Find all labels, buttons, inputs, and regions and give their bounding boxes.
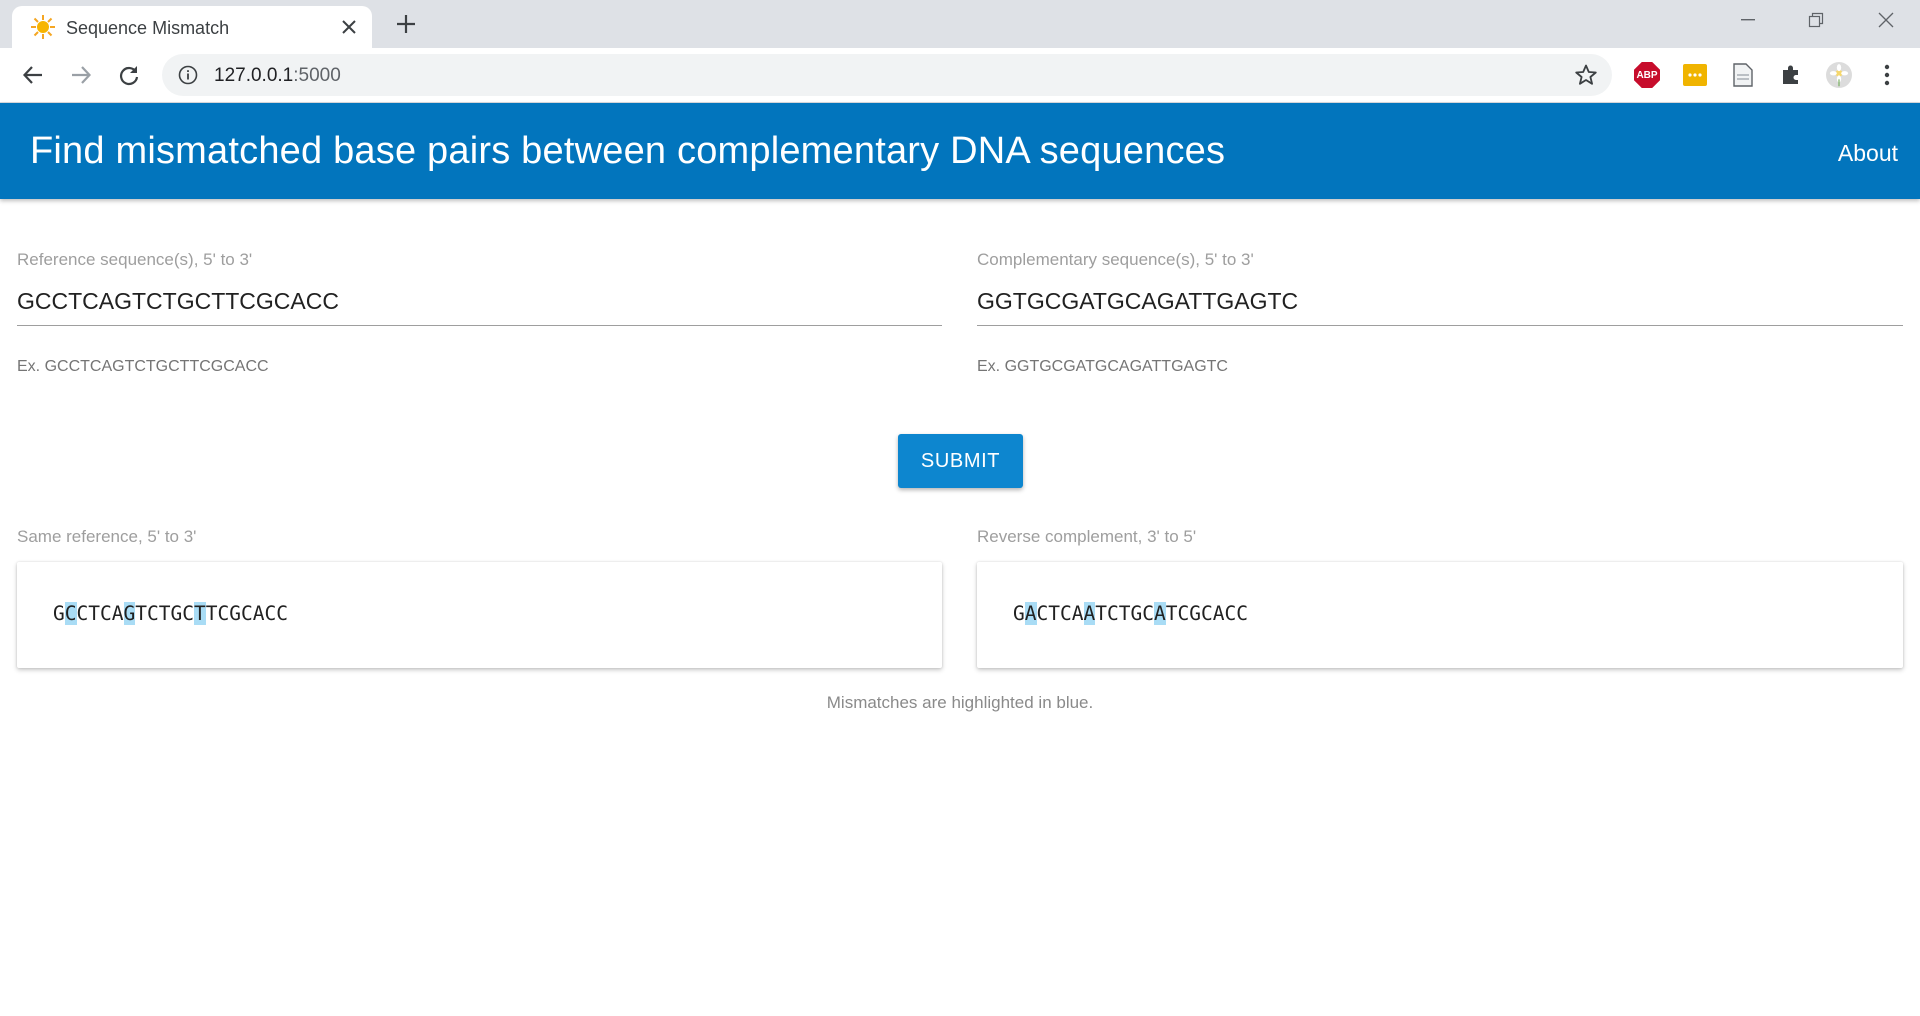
complement-mismatch-base: A [1154,602,1166,625]
forward-arrow-icon[interactable] [64,58,98,92]
browser-toolbar: 127.0.0.1:5000 ABP [0,48,1920,103]
app-header: Find mismatched base pairs between compl… [0,103,1920,199]
reference-base: A [252,602,265,625]
reference-base: G [53,602,65,625]
abp-label: ABP [1634,62,1660,88]
complement-mismatch-base: A [1024,602,1037,625]
reference-base: C [217,602,230,625]
minimize-window-icon[interactable] [1718,0,1778,40]
extensions-puzzle-icon[interactable] [1778,62,1804,88]
reference-label: Reference sequence(s), 5' to 3' [17,250,253,269]
complement-base: C [1107,602,1119,625]
complement-base: T [1048,602,1060,625]
back-arrow-icon[interactable] [16,58,50,92]
url-text: 127.0.0.1:5000 [214,65,341,87]
complement-base: G [1189,602,1201,625]
complement-result-card: GACTCAATCTGCATCGCACC [977,562,1903,668]
submit-button[interactable]: SUBMIT [898,434,1023,488]
reference-base: C [276,602,288,625]
reload-icon[interactable] [112,58,146,92]
url-port: :5000 [293,65,341,86]
url-host: 127.0.0.1 [214,65,294,86]
complement-result-sequence: GACTCAATCTGCATCGCACC [1013,602,1248,625]
close-window-icon[interactable] [1856,0,1916,40]
complement-base: T [1118,602,1131,625]
mismatch-footnote: Mismatches are highlighted in blue. [826,693,1094,712]
reference-result-sequence: GCCTCAGTCTGCTTCGCACC [53,602,288,625]
complement-base: C [1224,602,1237,625]
reference-base: T [205,602,218,625]
reference-base: T [135,602,147,625]
complement-base: T [1165,602,1178,625]
complement-base: A [1071,602,1084,625]
close-tab-icon[interactable] [338,16,360,38]
site-info-icon[interactable] [178,65,198,85]
about-link[interactable]: About [1838,140,1898,167]
reference-result-card: GCCTCAGTCTGCTTCGCACC [17,562,942,668]
reference-sequence-input[interactable] [17,278,942,326]
document-extension-icon[interactable] [1730,62,1756,88]
complement-base: G [1130,602,1143,625]
address-bar[interactable]: 127.0.0.1:5000 [162,54,1612,96]
complement-base: C [1236,602,1248,625]
complement-base: C [1036,602,1049,625]
reference-base: G [170,602,183,625]
page-title: Find mismatched base pairs between compl… [30,130,1226,172]
reference-result-label: Same reference, 5' to 3' [17,527,197,546]
reference-mismatch-base: T [194,602,206,625]
reference-base: C [264,602,277,625]
complement-base: G [1013,602,1025,625]
sun-favicon-icon [31,15,55,39]
complement-result-label: Reverse complement, 3' to 5' [977,527,1197,546]
complement-base: C [1201,602,1213,625]
complement-base: C [1142,602,1154,625]
complement-base: A [1212,602,1225,625]
reference-mismatch-base: G [123,602,136,625]
complement-helper-text: Ex. GGTGCGATGCAGATTGAGTC [977,358,1228,375]
browser-menu-icon[interactable] [1874,62,1900,88]
password-extension-icon[interactable] [1682,62,1708,88]
reference-helper-text: Ex. GCCTCAGTCTGCTTCGCACC [17,358,269,375]
restore-window-icon[interactable] [1786,0,1846,40]
complement-mismatch-base: A [1083,602,1096,625]
reference-base: C [147,602,159,625]
reference-base: T [88,602,100,625]
reference-base: G [229,602,241,625]
complement-sequence-input[interactable] [977,278,1903,326]
complement-base: T [1095,602,1107,625]
reference-base: T [158,602,171,625]
adblock-extension-icon[interactable]: ABP [1634,62,1660,88]
browser-tab[interactable]: Sequence Mismatch [12,6,372,48]
complement-base: C [1060,602,1072,625]
tab-title: Sequence Mismatch [66,18,230,38]
reference-base: C [182,602,194,625]
browser-tabstrip: Sequence Mismatch [0,0,1920,48]
bookmark-star-icon[interactable] [1574,63,1598,87]
reference-mismatch-base: C [64,602,77,625]
reference-base: C [100,602,112,625]
reference-base: A [111,602,124,625]
reference-base: C [76,602,89,625]
complement-label: Complementary sequence(s), 5' to 3' [977,250,1254,269]
new-tab-icon[interactable] [392,10,420,38]
complement-base: C [1177,602,1190,625]
reference-base: C [241,602,253,625]
profile-avatar-icon[interactable] [1826,62,1852,88]
